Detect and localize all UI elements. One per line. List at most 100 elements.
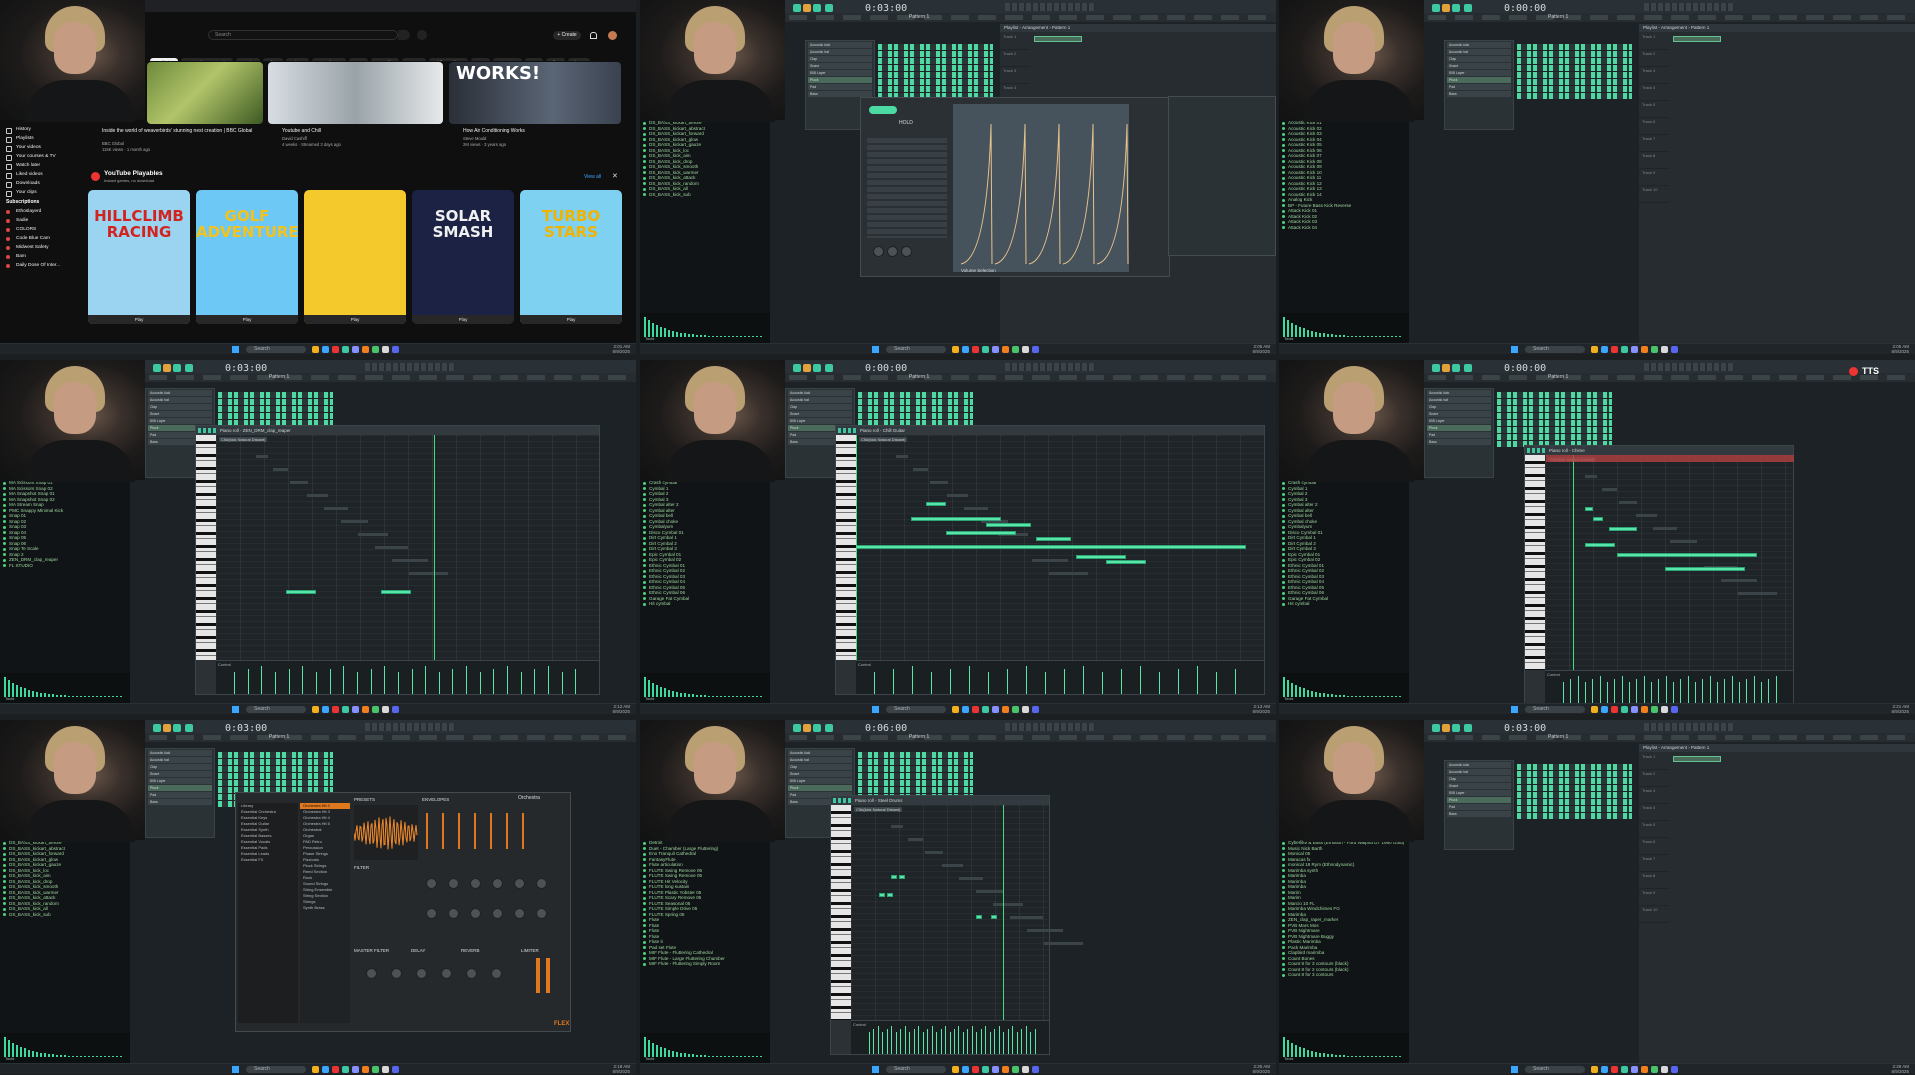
piano-keyboard[interactable] bbox=[831, 805, 851, 1020]
toolbar-button[interactable] bbox=[500, 375, 518, 380]
velocity-bar[interactable] bbox=[1159, 672, 1160, 694]
taskbar-app-icon[interactable] bbox=[1012, 346, 1019, 353]
toolbar-button[interactable] bbox=[446, 375, 464, 380]
toolbar-button[interactable] bbox=[1833, 375, 1851, 380]
step-row[interactable] bbox=[1497, 413, 1612, 419]
velocity-bar[interactable] bbox=[370, 669, 372, 694]
playlist-track[interactable]: Track 2 bbox=[1639, 51, 1669, 67]
channel-button[interactable]: Acoustic kick bbox=[1447, 762, 1511, 768]
playhead[interactable] bbox=[1573, 455, 1574, 670]
toolbar-button[interactable] bbox=[230, 375, 248, 380]
taskbar-app-icon[interactable] bbox=[332, 346, 339, 353]
transport-button[interactable] bbox=[1452, 4, 1460, 12]
step-row[interactable] bbox=[1517, 51, 1632, 57]
velocity-bar[interactable] bbox=[1629, 682, 1630, 704]
step-row[interactable] bbox=[858, 399, 973, 405]
fx-knob[interactable] bbox=[416, 968, 427, 979]
toolbar-button[interactable] bbox=[1032, 375, 1050, 380]
toolbar-button[interactable] bbox=[1617, 375, 1635, 380]
taskbar-app-icon[interactable] bbox=[352, 706, 359, 713]
power-toggle[interactable] bbox=[869, 106, 897, 114]
toolbar-button[interactable] bbox=[816, 735, 834, 740]
browser-item[interactable]: MIF Flute - Fluttering Simply Room bbox=[640, 961, 770, 967]
toolbar-button[interactable] bbox=[203, 375, 221, 380]
toolbar-button[interactable] bbox=[1005, 375, 1023, 380]
toolbar-button[interactable] bbox=[1887, 375, 1905, 380]
plugin-knob[interactable] bbox=[887, 246, 898, 257]
channel-button[interactable]: Acoustic kick bbox=[808, 42, 872, 48]
video-channel[interactable]: David Cashiff bbox=[282, 136, 307, 141]
video-title[interactable]: Inside the world of weaverbirds' stunnin… bbox=[102, 128, 272, 134]
toolbar-button[interactable] bbox=[1221, 375, 1239, 380]
channel-button[interactable]: Acoustic kick bbox=[148, 390, 212, 396]
taskbar-search-input[interactable]: Search bbox=[1525, 346, 1585, 353]
channel-button[interactable]: Pluck bbox=[1427, 425, 1491, 431]
velocity-bar[interactable] bbox=[397, 672, 399, 694]
toolbar-button[interactable] bbox=[311, 375, 329, 380]
note[interactable] bbox=[1076, 555, 1126, 559]
channel-button[interactable]: Snare bbox=[788, 771, 852, 777]
play-button[interactable] bbox=[153, 724, 161, 732]
notification-bell-icon[interactable] bbox=[590, 32, 597, 39]
toolbar-button[interactable] bbox=[1140, 735, 1158, 740]
taskbar-app-icon[interactable] bbox=[1611, 1066, 1618, 1073]
start-button-icon[interactable] bbox=[872, 1066, 879, 1073]
piano-roll-tools[interactable] bbox=[838, 428, 858, 433]
browser-item[interactable]: Hit cymbal bbox=[640, 601, 770, 607]
channel-button[interactable]: Acoustic hat bbox=[788, 397, 852, 403]
toolbar-button[interactable] bbox=[1779, 375, 1797, 380]
event-control-lane[interactable]: Control bbox=[1545, 670, 1793, 704]
velocity-bar[interactable] bbox=[1140, 666, 1141, 694]
toolbar-button[interactable] bbox=[1059, 735, 1077, 740]
playlist-track[interactable]: Track 6 bbox=[1639, 119, 1669, 135]
taskbar-app-icon[interactable] bbox=[372, 346, 379, 353]
sidebar-item[interactable]: Your courses & TV bbox=[0, 152, 90, 161]
taskbar-app-icon[interactable] bbox=[392, 706, 399, 713]
taskbar-app-icon[interactable] bbox=[982, 1066, 989, 1073]
toolbar-button[interactable] bbox=[1671, 735, 1689, 740]
velocity-bar[interactable] bbox=[1687, 676, 1689, 704]
flex-knob[interactable] bbox=[514, 908, 525, 919]
velocity-bar[interactable] bbox=[922, 1032, 924, 1054]
avatar[interactable] bbox=[608, 31, 617, 40]
sidebar-item[interactable]: Playlists bbox=[0, 134, 90, 143]
velocity-bar[interactable] bbox=[1599, 676, 1601, 704]
taskbar-app-icon[interactable] bbox=[962, 1066, 969, 1073]
velocity-bar[interactable] bbox=[452, 669, 454, 694]
velocity-bar[interactable] bbox=[1083, 666, 1084, 694]
category-chip[interactable]: News bbox=[470, 58, 490, 61]
category-chip[interactable]: Guns bbox=[349, 58, 368, 61]
toolbar-button[interactable] bbox=[1752, 735, 1770, 740]
velocity-bar[interactable] bbox=[1731, 676, 1733, 704]
toolbar-button[interactable] bbox=[1860, 15, 1878, 20]
velocity-bar[interactable] bbox=[869, 1032, 870, 1054]
toolbar-button[interactable] bbox=[1113, 15, 1131, 20]
sidebar-item[interactable]: Watch later bbox=[0, 161, 90, 170]
velocity-bar[interactable] bbox=[384, 666, 386, 694]
taskbar-search-input[interactable]: Search bbox=[246, 346, 306, 353]
toolbar-button[interactable] bbox=[311, 735, 329, 740]
toolbar-button[interactable] bbox=[1590, 375, 1608, 380]
toolbar-button[interactable] bbox=[870, 735, 888, 740]
velocity-bar[interactable] bbox=[1235, 669, 1236, 694]
channel-button[interactable]: Acoustic kick bbox=[148, 750, 212, 756]
subscription-item[interactable]: COLORS bbox=[0, 225, 90, 234]
taskbar-app-icon[interactable] bbox=[972, 346, 979, 353]
taskbar-app-icon[interactable] bbox=[372, 1066, 379, 1073]
toolbar-button[interactable] bbox=[1725, 15, 1743, 20]
transport-button[interactable] bbox=[1464, 724, 1472, 732]
step-row[interactable] bbox=[878, 86, 993, 92]
pattern-selector[interactable]: Pattern 1 bbox=[909, 734, 929, 740]
event-control-lane[interactable]: Control bbox=[851, 1020, 1049, 1054]
toolbar-button[interactable] bbox=[1752, 15, 1770, 20]
channel-button[interactable]: Clap bbox=[1447, 56, 1511, 62]
velocity-bar[interactable] bbox=[900, 1029, 902, 1054]
step-row[interactable] bbox=[1497, 434, 1612, 440]
category-chip[interactable]: History bbox=[567, 58, 590, 61]
toolbar-button[interactable] bbox=[978, 15, 996, 20]
toolbar-button[interactable] bbox=[1644, 735, 1662, 740]
step-row[interactable] bbox=[218, 406, 333, 412]
library-item[interactable]: Essential FX bbox=[238, 857, 298, 863]
game-play-button[interactable]: Play bbox=[304, 315, 406, 324]
velocity-bar[interactable] bbox=[1102, 672, 1103, 694]
